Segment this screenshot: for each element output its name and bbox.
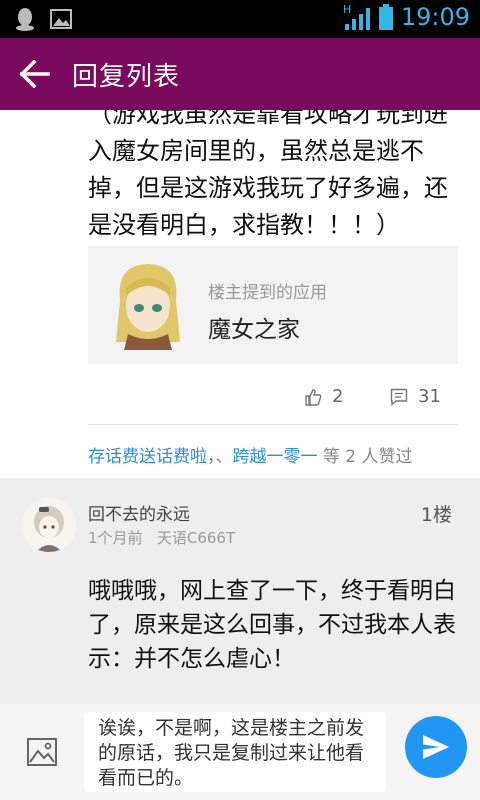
app-bar: 回复列表 <box>0 38 480 110</box>
reply-text: 哦哦哦，网上查了一下，终于看明白了，原来是这么回事，不过我本人表示：并不怎么虐心… <box>88 578 456 672</box>
like-button[interactable]: 2 <box>304 386 343 407</box>
composer-bar: 诶诶，不是啊，这是楼主之前发的原话，我只是复制过来让他看看而已的。 <box>0 704 480 800</box>
reply-username[interactable]: 回不去的永远 <box>88 500 190 525</box>
battery-icon <box>378 4 393 30</box>
app-name: 魔女之家 <box>208 317 300 343</box>
app-card-caption: 楼主提到的应用 <box>208 283 327 303</box>
liker-link[interactable]: 跨越一零一 <box>233 447 318 467</box>
send-button[interactable] <box>405 716 467 778</box>
avatar[interactable] <box>22 498 76 552</box>
post-text: （游戏我虽然是靠看攻略才玩到进入魔女房间里的，虽然总是逃不掉，但是这游戏我玩了好… <box>88 110 448 239</box>
likers-suffix: 等 2 人赞过 <box>317 447 413 467</box>
post-actions: 2 31 <box>0 386 480 416</box>
reply-item[interactable]: 回不去的永远 1个月前 天语C666T 1楼 哦哦哦，网上查了一下，终于看明白了… <box>0 478 480 704</box>
like-count: 2 <box>332 386 344 407</box>
send-icon <box>423 735 449 759</box>
thumbs-up-icon <box>305 388 322 406</box>
liker-link[interactable]: 存话费送话费啦， <box>88 447 216 467</box>
comment-count: 31 <box>418 386 441 407</box>
qq-icon <box>16 8 34 31</box>
liker-separator: 、 <box>215 447 233 467</box>
reply-list[interactable]: （游戏我虽然是靠看攻略才玩到进入魔女房间里的，虽然总是逃不掉，但是这游戏我玩了好… <box>0 110 480 704</box>
likers-line: 存话费送话费啦，、跨越一零一 等 2 人赞过 <box>88 442 413 467</box>
status-bar: H 19:09 <box>0 0 480 38</box>
arrow-left-icon[interactable] <box>18 60 50 88</box>
reply-input[interactable]: 诶诶，不是啊，这是楼主之前发的原话，我只是复制过来让他看看而已的。 <box>84 712 386 792</box>
page-title: 回复列表 <box>72 62 181 92</box>
floor-number: 1楼 <box>420 504 452 526</box>
clock: 19:09 <box>400 3 470 31</box>
signal-icon: H <box>343 3 370 30</box>
reply-device: 天语C666T <box>156 529 236 547</box>
reply-meta: 1个月前 天语C666T <box>88 527 235 548</box>
divider <box>88 424 458 425</box>
mentioned-app-card[interactable]: 楼主提到的应用 魔女之家 <box>88 246 458 364</box>
comment-button[interactable]: 31 <box>390 386 441 407</box>
comment-icon <box>390 388 408 406</box>
reply-time: 1个月前 <box>88 529 143 547</box>
app-thumbnail <box>106 260 190 350</box>
image-notification-icon <box>50 9 72 29</box>
svg-text:H: H <box>343 3 351 16</box>
image-picker-icon[interactable] <box>26 736 58 768</box>
